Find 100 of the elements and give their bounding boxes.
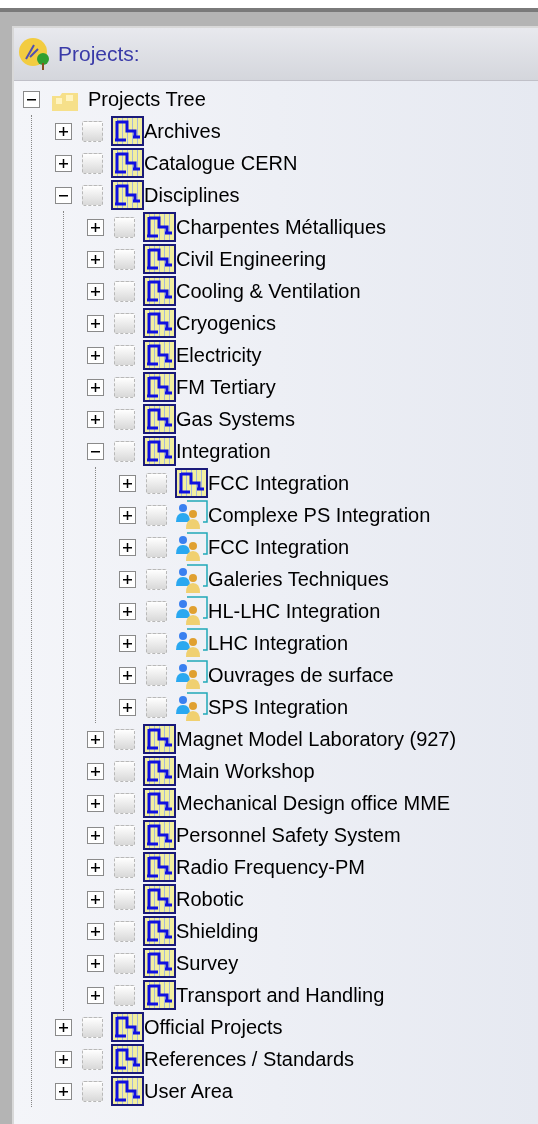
checkbox[interactable] bbox=[114, 952, 135, 974]
checkbox[interactable] bbox=[114, 920, 135, 942]
checkbox[interactable] bbox=[82, 1048, 103, 1070]
expand-button[interactable] bbox=[119, 634, 136, 652]
tree-item-label[interactable]: Survey bbox=[176, 951, 239, 975]
checkbox[interactable] bbox=[114, 312, 135, 334]
tree-item-label[interactable]: User Area bbox=[144, 1079, 233, 1103]
tree-item-label[interactable]: Catalogue CERN bbox=[144, 151, 298, 175]
expand-button[interactable] bbox=[87, 858, 104, 876]
checkbox[interactable] bbox=[82, 184, 103, 206]
expand-button[interactable] bbox=[87, 346, 104, 364]
expand-button[interactable] bbox=[87, 730, 104, 748]
tree-item-label[interactable]: Cooling & Ventilation bbox=[176, 279, 361, 303]
tree-item-label[interactable]: Projects Tree bbox=[88, 87, 206, 111]
checkbox[interactable] bbox=[114, 216, 135, 238]
checkbox[interactable] bbox=[146, 536, 167, 558]
tree-item-label[interactable]: FM Tertiary bbox=[176, 375, 276, 399]
tree-item-label[interactable]: Disciplines bbox=[144, 183, 240, 207]
tree-item-label[interactable]: FCC Integration bbox=[208, 471, 350, 495]
expand-button[interactable] bbox=[119, 666, 136, 684]
tree-item-label[interactable]: Ouvrages de surface bbox=[208, 663, 394, 687]
expand-button[interactable] bbox=[119, 506, 136, 524]
expand-button[interactable] bbox=[87, 378, 104, 396]
expand-button[interactable] bbox=[87, 250, 104, 268]
expand-button[interactable] bbox=[87, 410, 104, 428]
checkbox[interactable] bbox=[114, 376, 135, 398]
plus-icon bbox=[90, 797, 101, 809]
tree-item-label[interactable]: Electricity bbox=[176, 343, 262, 367]
tree-item-label[interactable]: Archives bbox=[144, 119, 221, 143]
checkbox[interactable] bbox=[114, 760, 135, 782]
tree-item-label[interactable]: Robotic bbox=[176, 887, 244, 911]
tree-item-label[interactable]: LHC Integration bbox=[208, 631, 349, 655]
checkbox[interactable] bbox=[146, 472, 167, 494]
tree-item-label[interactable]: Official Projects bbox=[144, 1015, 283, 1039]
collapse-button[interactable] bbox=[55, 186, 72, 204]
checkbox[interactable] bbox=[114, 248, 135, 270]
checkbox[interactable] bbox=[146, 504, 167, 526]
expand-button[interactable] bbox=[119, 538, 136, 556]
expand-button[interactable] bbox=[55, 122, 72, 140]
expand-button[interactable] bbox=[55, 154, 72, 172]
expand-button[interactable] bbox=[87, 218, 104, 236]
checkbox[interactable] bbox=[82, 1016, 103, 1038]
expand-button[interactable] bbox=[87, 986, 104, 1004]
tree-item-label[interactable]: Radio Frequency-PM bbox=[176, 855, 365, 879]
collapse-button[interactable] bbox=[23, 90, 40, 108]
tree-item-label[interactable]: Magnet Model Laboratory (927) bbox=[176, 727, 457, 751]
checkbox[interactable] bbox=[146, 568, 167, 590]
tree-item-label[interactable]: Civil Engineering bbox=[176, 247, 327, 271]
tree-item-label[interactable]: Cryogenics bbox=[176, 311, 277, 335]
tree-item-label[interactable]: Complexe PS Integration bbox=[208, 503, 431, 527]
tree-item-label[interactable]: FCC Integration bbox=[208, 535, 350, 559]
plus-icon bbox=[90, 925, 101, 937]
tree-item-label[interactable]: SPS Integration bbox=[208, 695, 349, 719]
checkbox[interactable] bbox=[82, 120, 103, 142]
checkbox[interactable] bbox=[114, 440, 135, 462]
expand-button[interactable] bbox=[87, 922, 104, 940]
checkbox[interactable] bbox=[114, 280, 135, 302]
expand-button[interactable] bbox=[87, 762, 104, 780]
checkbox[interactable] bbox=[114, 856, 135, 878]
checkbox[interactable] bbox=[114, 408, 135, 430]
tree-item-label[interactable]: Main Workshop bbox=[176, 759, 315, 783]
tree-item-label[interactable]: Charpentes Métalliques bbox=[176, 215, 387, 239]
tree-item-label[interactable]: Galeries Techniques bbox=[208, 567, 389, 591]
expand-button[interactable] bbox=[87, 954, 104, 972]
flowchart-icon bbox=[175, 468, 208, 498]
plus-icon bbox=[90, 221, 101, 233]
expand-button[interactable] bbox=[119, 570, 136, 588]
tree-item-label[interactable]: Mechanical Design office MME bbox=[176, 791, 451, 815]
expand-button[interactable] bbox=[87, 826, 104, 844]
expand-button[interactable] bbox=[87, 890, 104, 908]
expand-button[interactable] bbox=[87, 314, 104, 332]
checkbox[interactable] bbox=[114, 728, 135, 750]
expand-button[interactable] bbox=[87, 794, 104, 812]
expand-button[interactable] bbox=[119, 602, 136, 620]
checkbox[interactable] bbox=[146, 600, 167, 622]
expand-button[interactable] bbox=[55, 1018, 72, 1036]
checkbox[interactable] bbox=[146, 632, 167, 654]
checkbox[interactable] bbox=[146, 696, 167, 718]
tree-item-label[interactable]: Integration bbox=[176, 439, 271, 463]
checkbox[interactable] bbox=[82, 152, 103, 174]
checkbox[interactable] bbox=[114, 792, 135, 814]
checkbox[interactable] bbox=[114, 824, 135, 846]
checkbox[interactable] bbox=[114, 888, 135, 910]
expand-button[interactable] bbox=[119, 474, 136, 492]
tree-item-label[interactable]: Gas Systems bbox=[176, 407, 295, 431]
tree-item-label[interactable]: Transport and Handling bbox=[176, 983, 385, 1007]
expand-button[interactable] bbox=[55, 1050, 72, 1068]
checkbox[interactable] bbox=[146, 664, 167, 686]
tree-item-label[interactable]: HL-LHC Integration bbox=[208, 599, 381, 623]
expand-button[interactable] bbox=[55, 1082, 72, 1100]
checkbox[interactable] bbox=[114, 344, 135, 366]
tree-item-label[interactable]: Personnel Safety System bbox=[176, 823, 401, 847]
flowchart-icon bbox=[111, 148, 144, 178]
tree-item-label[interactable]: References / Standards bbox=[144, 1047, 355, 1071]
tree-item-label[interactable]: Shielding bbox=[176, 919, 259, 943]
collapse-button[interactable] bbox=[87, 442, 104, 460]
checkbox[interactable] bbox=[114, 984, 135, 1006]
expand-button[interactable] bbox=[87, 282, 104, 300]
expand-button[interactable] bbox=[119, 698, 136, 716]
checkbox[interactable] bbox=[82, 1080, 103, 1102]
